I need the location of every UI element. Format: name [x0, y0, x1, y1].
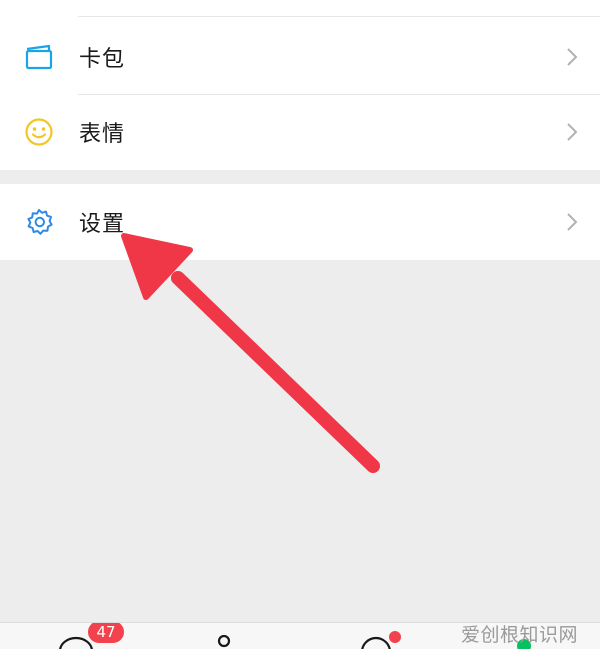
- watermark: 爱创根知识网: [460, 624, 578, 646]
- card-wallet-icon: [23, 41, 55, 73]
- smiley-icon: [23, 116, 55, 148]
- menu-group-settings: 设置: [0, 184, 600, 260]
- unread-badge: 47: [88, 623, 124, 643]
- divider: [78, 16, 600, 17]
- menu-group-top: 卡包 表情: [0, 0, 600, 170]
- menu-item-label: 表情: [79, 122, 126, 147]
- gear-icon: [23, 206, 55, 238]
- chevron-right-icon: [567, 123, 578, 141]
- chevron-right-icon: [567, 48, 578, 66]
- menu-item-label: 卡包: [79, 47, 126, 72]
- menu-item-card-wallet[interactable]: 卡包: [0, 19, 600, 95]
- menu-item-label: 设置: [79, 212, 126, 237]
- menu-item-stickers[interactable]: 表情: [0, 94, 600, 170]
- menu-item-settings[interactable]: 设置: [0, 184, 600, 260]
- contacts-icon[interactable]: [210, 635, 238, 649]
- notification-dot: [389, 631, 401, 643]
- chevron-right-icon: [567, 213, 578, 231]
